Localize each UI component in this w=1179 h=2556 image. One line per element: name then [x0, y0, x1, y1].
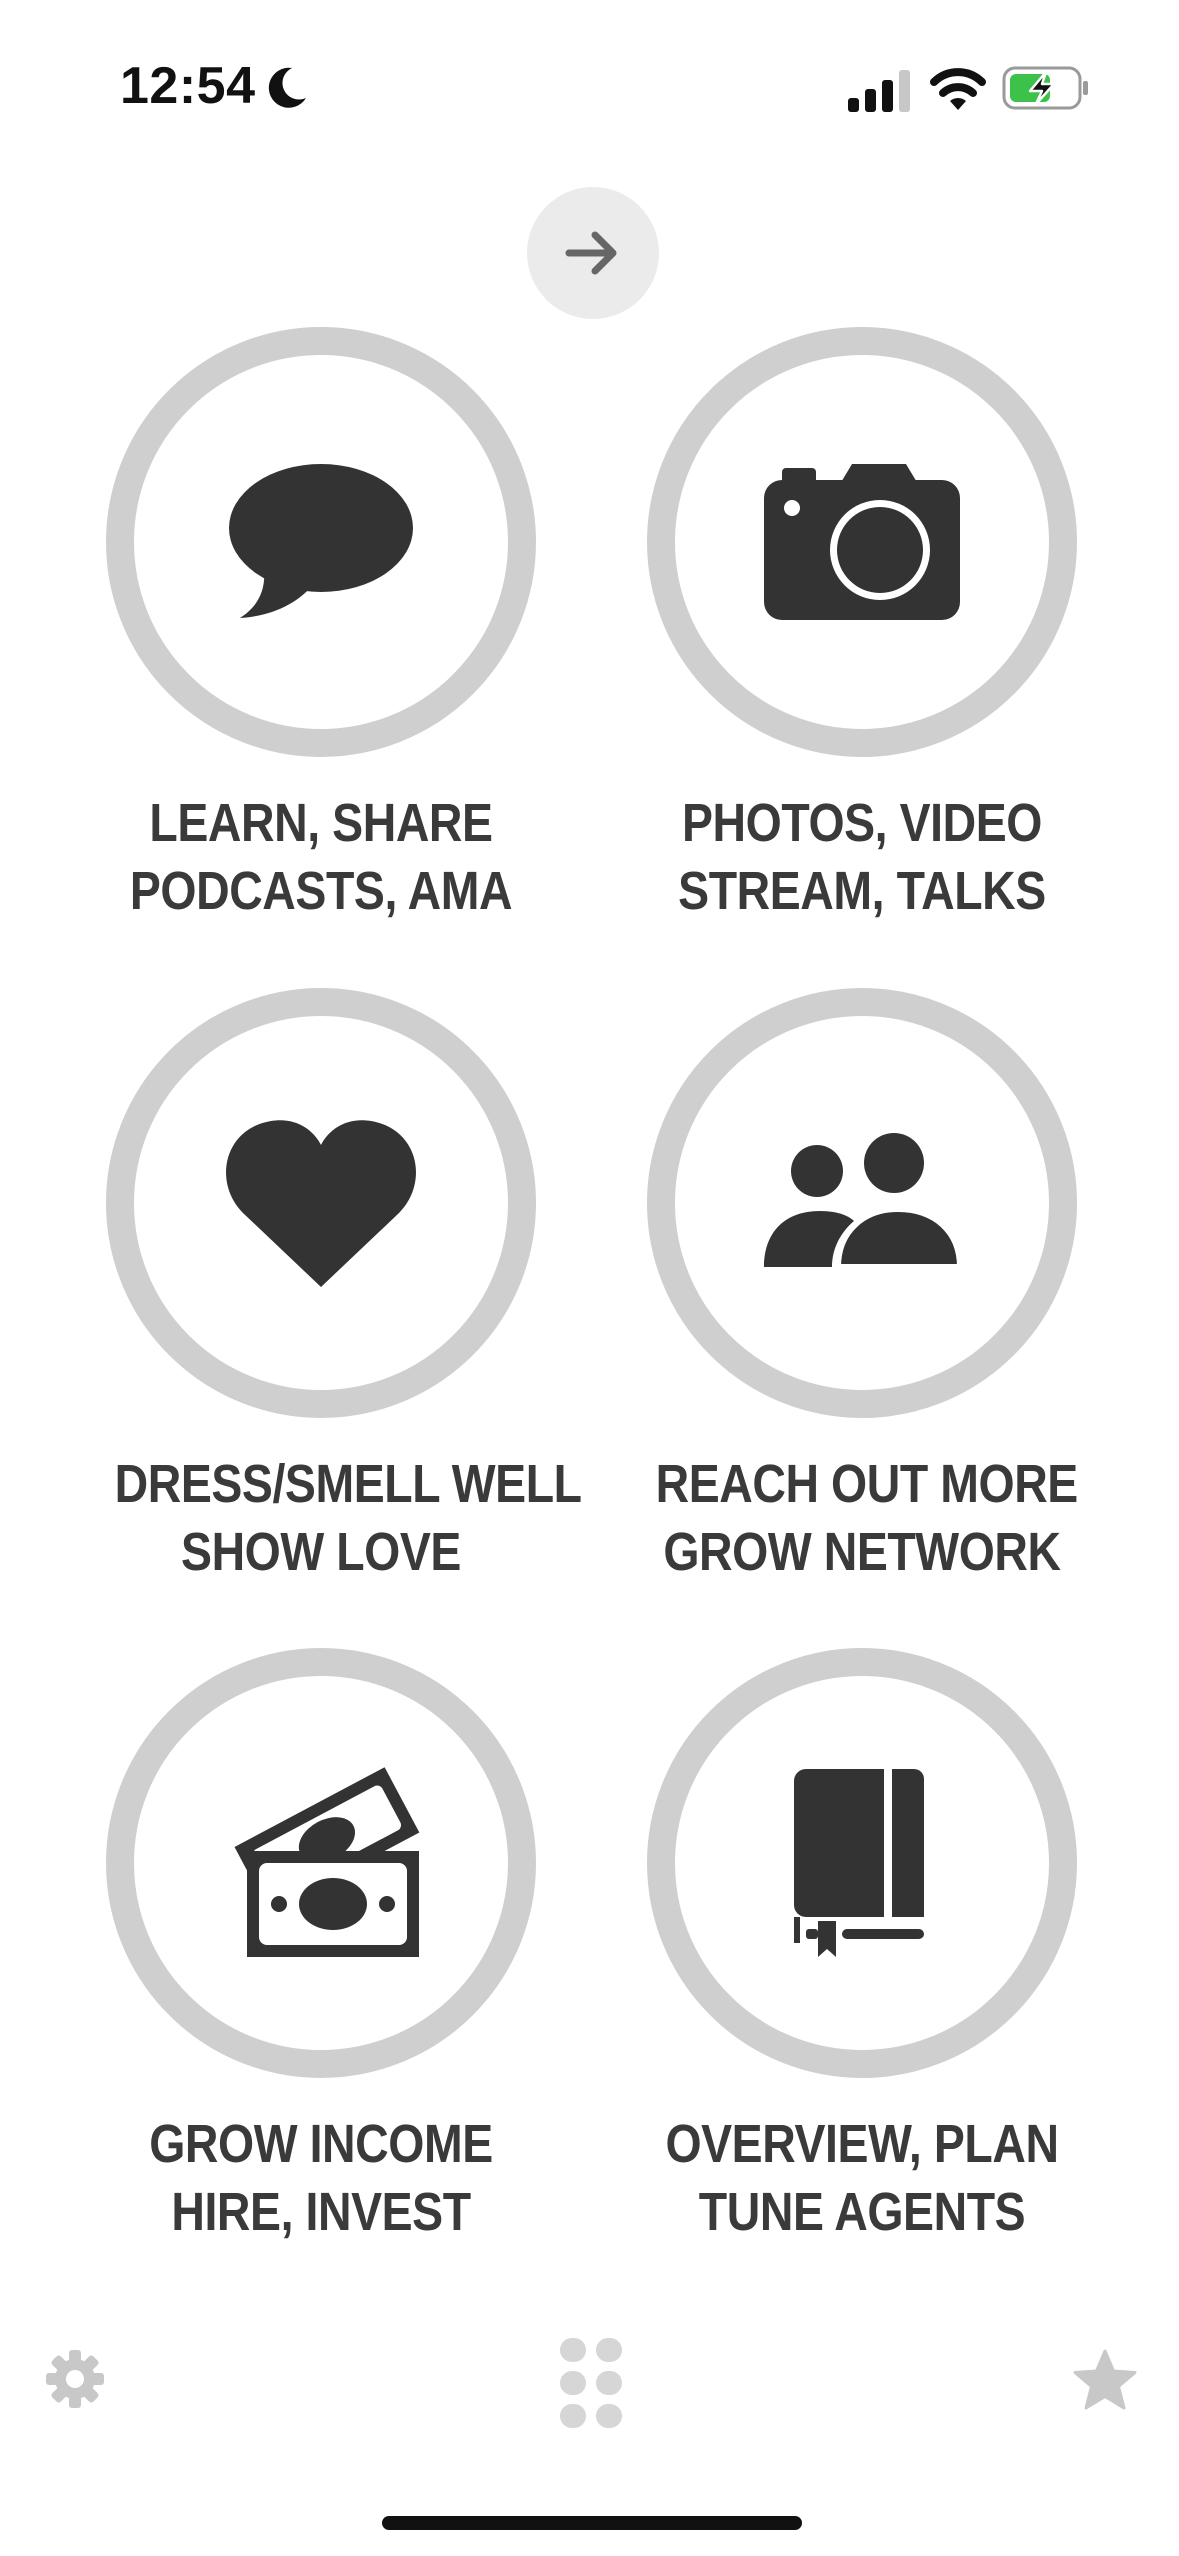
tile-label: PHOTOS, VIDEO STREAM, TALKS	[656, 789, 1069, 925]
book-icon	[794, 1769, 924, 1957]
tile-label-line1: LEARN, SHARE	[149, 793, 493, 853]
tile-label: DRESS/SMELL WELL SHOW LOVE	[114, 1450, 582, 1586]
grid-dots-icon[interactable]	[560, 2338, 622, 2428]
tile-label: OVERVIEW, PLAN TUNE AGENTS	[656, 2110, 1069, 2246]
tile-label-line2: SHOW LOVE	[181, 1522, 461, 1582]
tile-ring[interactable]	[647, 327, 1077, 757]
heart-icon	[226, 1120, 416, 1287]
tile-label-line1: PHOTOS, VIDEO	[682, 793, 1042, 853]
tile-label-line2: PODCASTS, AMA	[129, 861, 513, 921]
tile-label: GROW INCOME HIRE, INVEST	[115, 2110, 528, 2246]
tile-ring[interactable]	[647, 988, 1077, 1418]
tile-label-line1: GROW INCOME	[149, 2114, 493, 2174]
tile-ring[interactable]	[647, 1648, 1077, 2078]
tile-label-line2: STREAM, TALKS	[678, 861, 1046, 921]
next-button[interactable]	[527, 187, 659, 319]
wifi-icon	[930, 68, 986, 110]
tile-label-line2: TUNE AGENTS	[698, 2182, 1026, 2242]
speech-bubble-icon	[229, 464, 413, 618]
status-time: 12:54	[120, 57, 256, 115]
tile-ring[interactable]	[106, 327, 536, 757]
tile-label-line2: GROW NETWORK	[663, 1522, 1061, 1582]
home-indicator[interactable]	[382, 2516, 802, 2530]
tile-label-line1: REACH OUT MORE	[655, 1454, 1079, 1514]
arrow-right-icon	[565, 231, 617, 275]
cellular-signal-icon	[848, 70, 910, 112]
settings-gear-icon[interactable]	[44, 2348, 106, 2410]
star-icon[interactable]	[1072, 2348, 1138, 2414]
tile-ring[interactable]	[106, 1648, 536, 2078]
money-icon	[234, 1767, 420, 1957]
tile-label-line1: DRESS/SMELL WELL	[114, 1454, 582, 1514]
battery-charging-icon	[1002, 66, 1088, 110]
tile-label-line1: OVERVIEW, PLAN	[665, 2114, 1059, 2174]
tile-label: LEARN, SHARE PODCASTS, AMA	[115, 789, 528, 925]
moon-icon	[268, 67, 306, 108]
tile-ring[interactable]	[106, 988, 536, 1418]
camera-icon	[764, 464, 960, 620]
tile-label-line2: HIRE, INVEST	[171, 2182, 471, 2242]
people-icon	[764, 1133, 962, 1270]
tile-label: REACH OUT MORE GROW NETWORK	[655, 1450, 1079, 1586]
